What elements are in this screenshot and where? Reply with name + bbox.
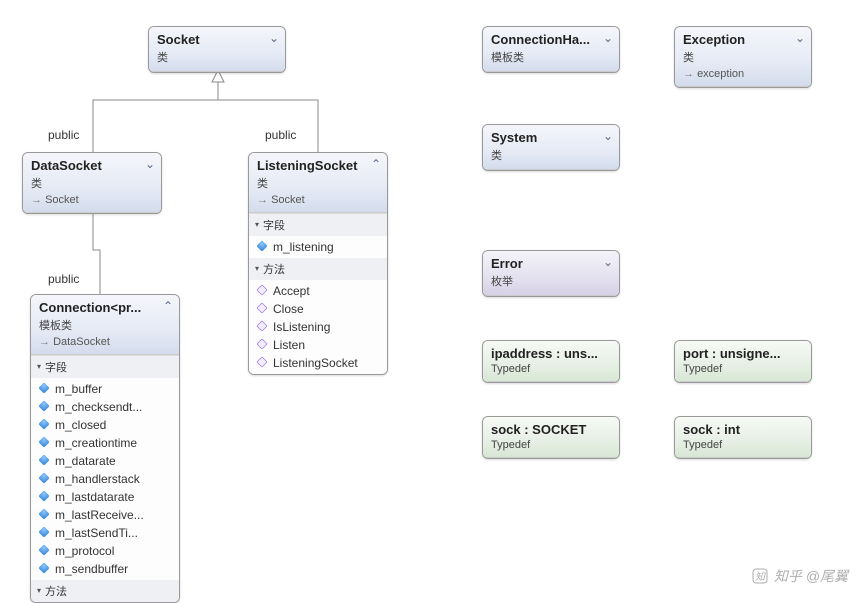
member-item[interactable]: Accept: [249, 282, 387, 300]
error-subtitle: 枚举: [491, 273, 611, 289]
exception-subtitle: 类: [683, 49, 803, 65]
member-item[interactable]: m_lastSendTi...: [31, 524, 179, 542]
class-system[interactable]: System 类 ⌄: [482, 124, 620, 171]
member-item[interactable]: m_checksendt...: [31, 398, 179, 416]
port-subtitle: Typedef: [683, 363, 803, 375]
field-icon: [38, 400, 49, 411]
listening-fields-head[interactable]: ▾字段: [249, 214, 387, 236]
chevron-down-icon[interactable]: ⌄: [603, 129, 613, 143]
sock-socket-subtitle: Typedef: [491, 439, 611, 451]
ipaddress-subtitle: Typedef: [491, 363, 611, 375]
connection-title: Connection<pr...: [39, 300, 171, 316]
typedef-port[interactable]: port : unsigne... Typedef: [674, 340, 812, 383]
system-subtitle: 类: [491, 147, 611, 163]
typedef-ipaddress[interactable]: ipaddress : uns... Typedef: [482, 340, 620, 383]
member-item[interactable]: m_protocol: [31, 542, 179, 560]
connection-subtitle: 模板类: [39, 317, 171, 333]
chevron-down-icon[interactable]: ⌄: [603, 31, 613, 45]
method-icon: [256, 302, 267, 313]
connection-fields-head[interactable]: ▾字段: [31, 356, 179, 378]
field-icon: [38, 418, 49, 429]
field-icon: [38, 562, 49, 573]
connection-methods-head[interactable]: ▾方法: [31, 580, 179, 602]
method-icon: [256, 284, 267, 295]
class-listeningsocket[interactable]: ListeningSocket 类 Socket ⌃ ▾字段 m_listeni…: [248, 152, 388, 375]
chevron-up-icon[interactable]: ⌃: [371, 157, 381, 171]
chevron-down-icon[interactable]: ⌄: [269, 31, 279, 45]
member-item[interactable]: m_creationtime: [31, 434, 179, 452]
member-item[interactable]: m_lastReceive...: [31, 506, 179, 524]
inherit-label-public-1: public: [48, 128, 79, 142]
class-connection[interactable]: Connection<pr... 模板类 DataSocket ⌃ ▾字段 m_…: [30, 294, 180, 603]
zhihu-icon: 知: [752, 568, 768, 584]
triangle-down-icon: ▾: [37, 586, 41, 595]
method-icon: [256, 338, 267, 349]
field-icon: [38, 526, 49, 537]
method-icon: [256, 320, 267, 331]
datasocket-subtitle: 类: [31, 175, 153, 191]
listening-fields: m_listening: [249, 236, 387, 258]
class-connectionhandler[interactable]: ConnectionHa... 模板类 ⌄: [482, 26, 620, 73]
member-item[interactable]: ListeningSocket: [249, 354, 387, 372]
field-icon: [38, 382, 49, 393]
listening-subtitle: 类: [257, 175, 379, 191]
chevron-down-icon[interactable]: ⌄: [795, 31, 805, 45]
sock-int-subtitle: Typedef: [683, 439, 803, 451]
member-item[interactable]: m_lastdatarate: [31, 488, 179, 506]
enum-error[interactable]: Error 枚举 ⌄: [482, 250, 620, 297]
chevron-down-icon[interactable]: ⌄: [603, 255, 613, 269]
field-icon: [38, 472, 49, 483]
field-icon: [38, 508, 49, 519]
member-item[interactable]: m_closed: [31, 416, 179, 434]
method-icon: [256, 356, 267, 367]
member-item[interactable]: Close: [249, 300, 387, 318]
class-exception[interactable]: Exception 类 exception ⌄: [674, 26, 812, 88]
sock-int-title: sock : int: [683, 422, 803, 438]
field-icon: [38, 454, 49, 465]
chevron-down-icon[interactable]: ⌄: [145, 157, 155, 171]
member-item[interactable]: m_listening: [249, 238, 387, 256]
class-datasocket[interactable]: DataSocket 类 Socket ⌄: [22, 152, 162, 214]
datasocket-super: Socket: [31, 194, 153, 206]
listening-super: Socket: [257, 194, 379, 206]
sock-socket-title: sock : SOCKET: [491, 422, 611, 438]
listening-methods-head[interactable]: ▾方法: [249, 258, 387, 280]
member-item[interactable]: m_buffer: [31, 380, 179, 398]
exception-title: Exception: [683, 32, 803, 48]
socket-subtitle: 类: [157, 49, 277, 65]
member-item[interactable]: m_handlerstack: [31, 470, 179, 488]
connection-super: DataSocket: [39, 336, 171, 348]
member-item[interactable]: m_sendbuffer: [31, 560, 179, 578]
triangle-down-icon: ▾: [255, 264, 259, 273]
inherit-label-public-2: public: [265, 128, 296, 142]
triangle-down-icon: ▾: [255, 220, 259, 229]
typedef-sock-int[interactable]: sock : int Typedef: [674, 416, 812, 459]
datasocket-title: DataSocket: [31, 158, 153, 174]
field-icon: [38, 436, 49, 447]
port-title: port : unsigne...: [683, 346, 803, 362]
inherit-label-public-3: public: [48, 272, 79, 286]
exception-super: exception: [683, 68, 803, 80]
socket-title: Socket: [157, 32, 277, 48]
error-title: Error: [491, 256, 611, 272]
svg-text:知: 知: [755, 571, 766, 583]
ipaddress-title: ipaddress : uns...: [491, 346, 611, 362]
field-icon: [38, 544, 49, 555]
connhandler-title: ConnectionHa...: [491, 32, 611, 48]
chevron-up-icon[interactable]: ⌃: [163, 299, 173, 313]
triangle-down-icon: ▾: [37, 362, 41, 371]
typedef-sock-socket[interactable]: sock : SOCKET Typedef: [482, 416, 620, 459]
field-icon: [38, 490, 49, 501]
member-item[interactable]: IsListening: [249, 318, 387, 336]
listening-methods: AcceptCloseIsListeningListenListeningSoc…: [249, 280, 387, 374]
field-icon: [256, 240, 267, 251]
watermark: 知 知乎 @尾翼: [752, 566, 848, 586]
listening-title: ListeningSocket: [257, 158, 379, 174]
member-item[interactable]: m_datarate: [31, 452, 179, 470]
system-title: System: [491, 130, 611, 146]
connection-fields: m_bufferm_checksendt...m_closedm_creatio…: [31, 378, 179, 580]
connhandler-subtitle: 模板类: [491, 49, 611, 65]
member-item[interactable]: Listen: [249, 336, 387, 354]
class-socket[interactable]: Socket 类 ⌄: [148, 26, 286, 73]
